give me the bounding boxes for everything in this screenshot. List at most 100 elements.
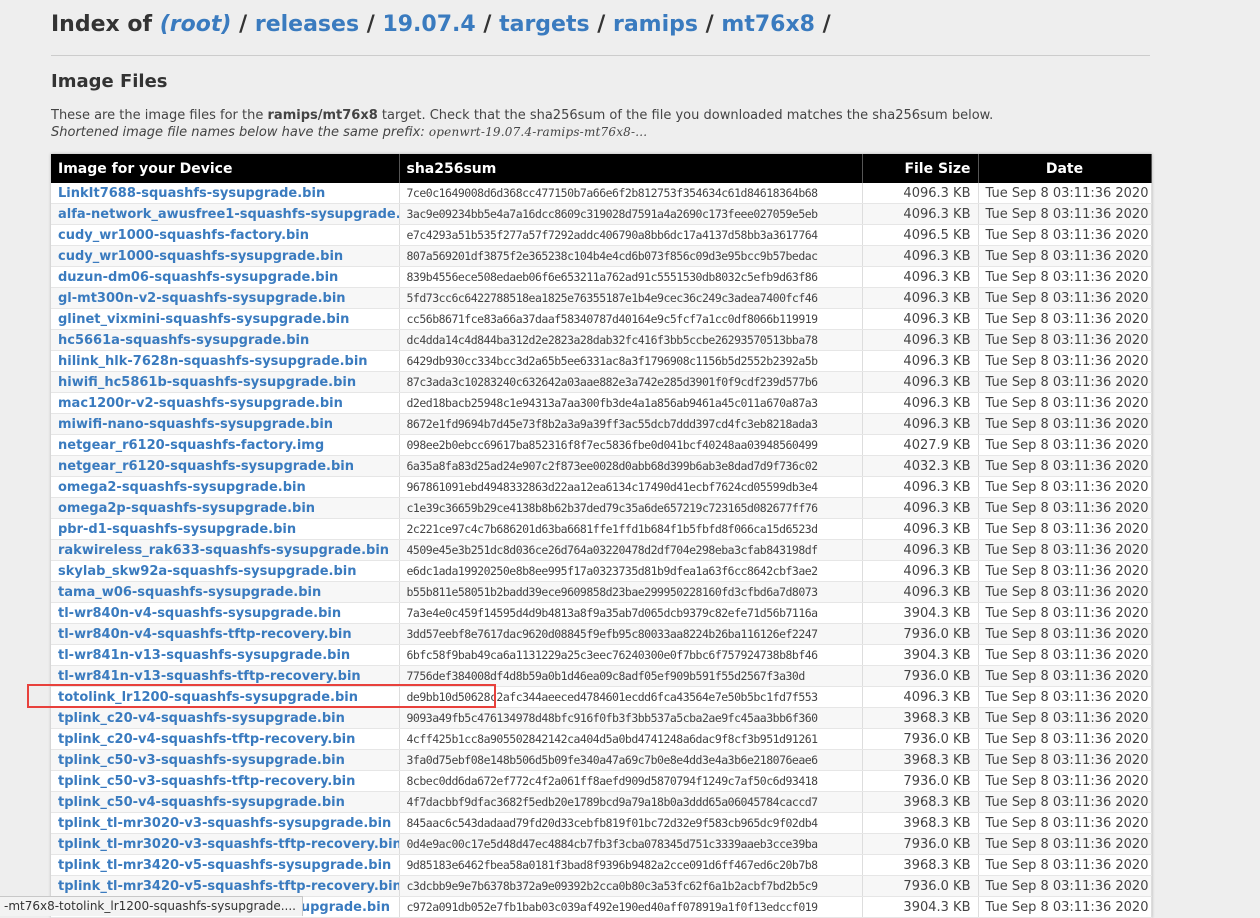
- breadcrumb-root-link[interactable]: (root): [160, 12, 232, 37]
- table-row: tl-wr840n-v4-squashfs-tftp-recovery.bin 3…: [51, 623, 1152, 645]
- file-name-link[interactable]: LinkIt7688-squashfs-sysupgrade.bin: [58, 186, 325, 201]
- file-name-link[interactable]: totolink_lr1200-squashfs-sysupgrade.bin: [58, 690, 358, 705]
- file-name-link[interactable]: tplink_c50-v3-squashfs-sysupgrade.bin: [58, 753, 345, 768]
- file-name-link[interactable]: cudy_wr1000-squashfs-sysupgrade.bin: [58, 249, 343, 264]
- sha-column-cell: 3fa0d75ebf08e148b506d5b09fe340a47a69c7b0…: [399, 749, 863, 771]
- size-column-cell: 3904.3 KB: [862, 602, 979, 624]
- date-column-cell: Tue Sep 8 03:11:36 2020: [978, 518, 1152, 540]
- sha-column-cell: 4f7dacbbf9dfac3682f5edb20e1789bcd9a79a18…: [399, 791, 863, 813]
- date-column-cell: Tue Sep 8 03:11:36 2020: [978, 749, 1152, 771]
- file-name-link[interactable]: tplink_tl-mr3020-v3-squashfs-tftp-recove…: [58, 837, 398, 852]
- file-name-link[interactable]: rakwireless_rak633-squashfs-sysupgrade.b…: [58, 543, 389, 558]
- file-name-link[interactable]: pbr-d1-squashfs-sysupgrade.bin: [58, 522, 296, 537]
- name-column-cell: netgear_r6120-squashfs-factory.img: [51, 434, 400, 456]
- table-row: cudy_wr1000-squashfs-factory.bin e7c4293a…: [51, 224, 1152, 246]
- name-column-cell: omega2p-squashfs-sysupgrade.bin: [51, 497, 400, 519]
- breadcrumb-link-mt76x8[interactable]: mt76x8: [721, 12, 815, 37]
- breadcrumb-link-ramips[interactable]: ramips: [613, 12, 698, 37]
- table-row: tplink_c50-v3-squashfs-tftp-recovery.bin…: [51, 770, 1152, 792]
- file-name-link[interactable]: omega2-squashfs-sysupgrade.bin: [58, 480, 306, 495]
- table-row: tplink_c20-v4-squashfs-sysupgrade.bin 909…: [51, 707, 1152, 729]
- size-column-cell: 3968.3 KB: [862, 707, 979, 729]
- file-name-link[interactable]: hiwifi_hc5861b-squashfs-sysupgrade.bin: [58, 375, 356, 390]
- file-name-link[interactable]: tplink_tl-mr3420-v5-squashfs-tftp-recove…: [58, 879, 398, 894]
- intro-prefix: openwrt-19.07.4-ramips-mt76x8-...: [428, 125, 648, 139]
- file-name-link[interactable]: tplink_c50-v3-squashfs-tftp-recovery.bin: [58, 774, 355, 789]
- intro-text: These are the image files for the ramips…: [51, 108, 993, 140]
- size-column-cell: 4096.3 KB: [862, 308, 979, 330]
- date-column-cell: Tue Sep 8 03:11:36 2020: [978, 707, 1152, 729]
- file-name-link[interactable]: tplink_tl-mr3420-v5-squashfs-sysupgrade.…: [58, 858, 391, 873]
- table-row: tplink_c20-v4-squashfs-tftp-recovery.bin…: [51, 728, 1152, 750]
- size-column-cell: 4096.3 KB: [862, 560, 979, 582]
- file-name-link[interactable]: netgear_r6120-squashfs-factory.img: [58, 438, 324, 453]
- size-column-cell: 4096.3 KB: [862, 581, 979, 603]
- date-column-cell: Tue Sep 8 03:11:36 2020: [978, 539, 1152, 561]
- sha-column-cell: c3dcbb9e9e7b6378b372a9e09392b2cca0b80c3a…: [399, 875, 863, 897]
- size-column-cell: 7936.0 KB: [862, 623, 979, 645]
- file-name-link[interactable]: tplink_tl-mr3020-v3-squashfs-sysupgrade.…: [58, 816, 391, 831]
- column-header-image[interactable]: Image for your Device: [51, 154, 400, 183]
- date-column-cell: Tue Sep 8 03:11:36 2020: [978, 644, 1152, 666]
- size-column-cell: 4096.3 KB: [862, 413, 979, 435]
- sha-column-cell: 2c221ce97c4c7b686201d63ba6681ffe1ffd1b68…: [399, 518, 863, 540]
- column-header-date[interactable]: Date: [978, 154, 1152, 183]
- column-header-file-size[interactable]: File Size: [862, 154, 979, 183]
- size-column-cell: 4096.3 KB: [862, 203, 979, 225]
- column-header-sha256[interactable]: sha256sum: [399, 154, 863, 183]
- name-column-cell: miwifi-nano-squashfs-sysupgrade.bin: [51, 413, 400, 435]
- table-row: pbr-d1-squashfs-sysupgrade.bin 2c221ce97c…: [51, 518, 1152, 540]
- file-name-link[interactable]: glinet_vixmini-squashfs-sysupgrade.bin: [58, 312, 349, 327]
- name-column-cell: tl-wr840n-v4-squashfs-tftp-recovery.bin: [51, 623, 400, 645]
- table-row: totolink_lr1200-squashfs-sysupgrade.bin d…: [51, 686, 1152, 708]
- date-column-cell: Tue Sep 8 03:11:36 2020: [978, 183, 1152, 204]
- name-column-cell: tplink_c50-v3-squashfs-sysupgrade.bin: [51, 749, 400, 771]
- file-name-link[interactable]: tl-wr840n-v4-squashfs-tftp-recovery.bin: [58, 627, 352, 642]
- sha-column-cell: cc56b8671fce83a66a37daaf58340787d40164e9…: [399, 308, 863, 330]
- file-name-link[interactable]: skylab_skw92a-squashfs-sysupgrade.bin: [58, 564, 356, 579]
- file-name-link[interactable]: tl-wr840n-v4-squashfs-sysupgrade.bin: [58, 606, 341, 621]
- size-column-cell: 4096.3 KB: [862, 266, 979, 288]
- name-column-cell: tplink_c50-v4-squashfs-sysupgrade.bin: [51, 791, 400, 813]
- name-column-cell: alfa-network_awusfree1-squashfs-sysupgra…: [51, 203, 400, 225]
- sha-column-cell: 5fd73cc6c6422788518ea1825e76355187e1b4e9…: [399, 287, 863, 309]
- file-name-link[interactable]: alfa-network_awusfree1-squashfs-sysupgra…: [58, 207, 398, 222]
- sha-column-cell: 6a35a8fa83d25ad24e907c2f873ee0028d0abb68…: [399, 455, 863, 477]
- date-column-cell: Tue Sep 8 03:11:36 2020: [978, 875, 1152, 897]
- file-name-link[interactable]: cudy_wr1000-squashfs-factory.bin: [58, 228, 309, 243]
- file-name-link[interactable]: omega2p-squashfs-sysupgrade.bin: [58, 501, 315, 516]
- sha-column-cell: 967861091ebd4948332863d22aa12ea6134c1749…: [399, 476, 863, 498]
- date-column-cell: Tue Sep 8 03:11:36 2020: [978, 686, 1152, 708]
- table-row: glinet_vixmini-squashfs-sysupgrade.bin cc…: [51, 308, 1152, 330]
- name-column-cell: hc5661a-squashfs-sysupgrade.bin: [51, 329, 400, 351]
- breadcrumb-link-version[interactable]: 19.07.4: [382, 12, 475, 37]
- size-column-cell: 4096.3 KB: [862, 392, 979, 414]
- file-name-link[interactable]: tplink_c50-v4-squashfs-sysupgrade.bin: [58, 795, 345, 810]
- table-row: tl-wr840n-v4-squashfs-sysupgrade.bin 7a3e…: [51, 602, 1152, 624]
- size-column-cell: 4096.3 KB: [862, 539, 979, 561]
- breadcrumb-link-targets[interactable]: targets: [499, 12, 590, 37]
- file-name-link[interactable]: gl-mt300n-v2-squashfs-sysupgrade.bin: [58, 291, 346, 306]
- table-row: tl-wr841n-v13-squashfs-sysupgrade.bin 6bf…: [51, 644, 1152, 666]
- breadcrumb-link-releases[interactable]: releases: [255, 12, 359, 37]
- file-name-link[interactable]: mac1200r-v2-squashfs-sysupgrade.bin: [58, 396, 343, 411]
- file-name-link[interactable]: duzun-dm06-squashfs-sysupgrade.bin: [58, 270, 338, 285]
- file-name-link[interactable]: tl-wr841n-v13-squashfs-tftp-recovery.bin: [58, 669, 361, 684]
- file-name-link[interactable]: netgear_r6120-squashfs-sysupgrade.bin: [58, 459, 354, 474]
- sha-column-cell: 8cbec0dd6da672ef772c4f2a061ff8aefd909d58…: [399, 770, 863, 792]
- name-column-cell: totolink_lr1200-squashfs-sysupgrade.bin: [51, 686, 400, 708]
- sha-column-cell: c1e39c36659b29ce4138b8b62b37ded79c35a6de…: [399, 497, 863, 519]
- file-name-link[interactable]: tama_w06-squashfs-sysupgrade.bin: [58, 585, 321, 600]
- file-name-link[interactable]: hilink_hlk-7628n-squashfs-sysupgrade.bin: [58, 354, 368, 369]
- file-name-link[interactable]: tl-wr841n-v13-squashfs-sysupgrade.bin: [58, 648, 350, 663]
- table-row: tl-wr841n-v13-squashfs-tftp-recovery.bin…: [51, 665, 1152, 687]
- file-name-link[interactable]: miwifi-nano-squashfs-sysupgrade.bin: [58, 417, 333, 432]
- file-name-link[interactable]: tplink_c20-v4-squashfs-tftp-recovery.bin: [58, 732, 355, 747]
- sha-column-cell: 7a3e4e0c459f14595d4d9b4813a8f9a35ab7d065…: [399, 602, 863, 624]
- sha-column-cell: 6bfc58f9bab49ca6a1131229a25c3eec76240300…: [399, 644, 863, 666]
- file-name-link[interactable]: hc5661a-squashfs-sysupgrade.bin: [58, 333, 309, 348]
- sha-column-cell: 098ee2b0ebcc69617ba852316f8f7ec5836fbe0d…: [399, 434, 863, 456]
- date-column-cell: Tue Sep 8 03:11:36 2020: [978, 896, 1152, 918]
- file-name-link[interactable]: tplink_c20-v4-squashfs-sysupgrade.bin: [58, 711, 345, 726]
- size-column-cell: 3904.3 KB: [862, 644, 979, 666]
